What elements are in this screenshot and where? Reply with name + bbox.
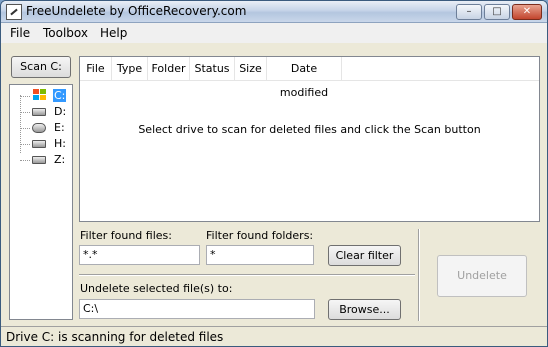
menu-bar: File Toolbox Help [1,23,547,43]
app-icon [6,4,22,20]
column-date-modified[interactable]: Date modified [267,57,342,99]
hard-drive-icon [32,108,46,116]
undelete-button[interactable]: Undelete [437,255,527,297]
tree-branch [20,160,30,161]
menu-help[interactable]: Help [100,26,127,40]
column-size[interactable]: Size [235,57,267,81]
tree-branch [20,112,30,113]
maximize-button[interactable]: □ [484,4,510,20]
filter-files-input[interactable]: *.* [79,245,200,265]
vertical-divider [418,229,420,321]
tree-branch [20,144,30,145]
filter-files-label: Filter found files: [80,229,172,242]
drive-tree[interactable]: C: D: E: H: Z: [9,84,73,320]
column-status[interactable]: Status [190,57,235,81]
tree-branch [20,96,30,97]
cd-drive-icon [32,123,46,133]
menu-file[interactable]: File [10,26,30,40]
undelete-target-input[interactable]: C:\ [79,299,315,319]
file-list-header: File Type Folder Status Size Date modifi… [80,57,539,99]
status-text: Drive C: is scanning for deleted files [6,330,224,344]
section-divider [79,274,415,276]
title-bar[interactable]: FreeUndelete by OfficeRecovery.com – □ ✕ [1,1,547,23]
empty-list-message: Select drive to scan for deleted files a… [138,123,481,136]
windows-drive-icon [32,89,46,101]
filter-folders-input[interactable]: * [206,245,314,265]
column-type[interactable]: Type [112,57,148,81]
close-button[interactable]: ✕ [512,4,542,20]
scan-button[interactable]: Scan C: [11,56,71,78]
column-folder[interactable]: Folder [148,57,190,81]
hard-drive-icon [32,156,46,164]
tree-item-label: C: [53,89,67,102]
file-list[interactable]: File Type Folder Status Size Date modifi… [79,56,540,222]
status-bar: Drive C: is scanning for deleted files [1,326,547,346]
minimize-button[interactable]: – [456,4,482,20]
main-window: FreeUndelete by OfficeRecovery.com – □ ✕… [0,0,548,347]
filter-folders-label: Filter found folders: [206,229,314,242]
window-title: FreeUndelete by OfficeRecovery.com [26,4,247,18]
undelete-target-label: Undelete selected file(s) to: [80,282,233,295]
menu-toolbox[interactable]: Toolbox [43,26,88,40]
column-file[interactable]: File [80,57,112,81]
clear-filter-button[interactable]: Clear filter [328,245,401,266]
browse-button[interactable]: Browse... [328,299,401,320]
hard-drive-icon [32,140,46,148]
tree-branch [20,128,30,129]
tree-item-label: H: [54,137,66,150]
tree-item-label: Z: [54,153,66,166]
tree-item-label: E: [54,121,65,134]
tree-item-label: D: [54,105,67,118]
